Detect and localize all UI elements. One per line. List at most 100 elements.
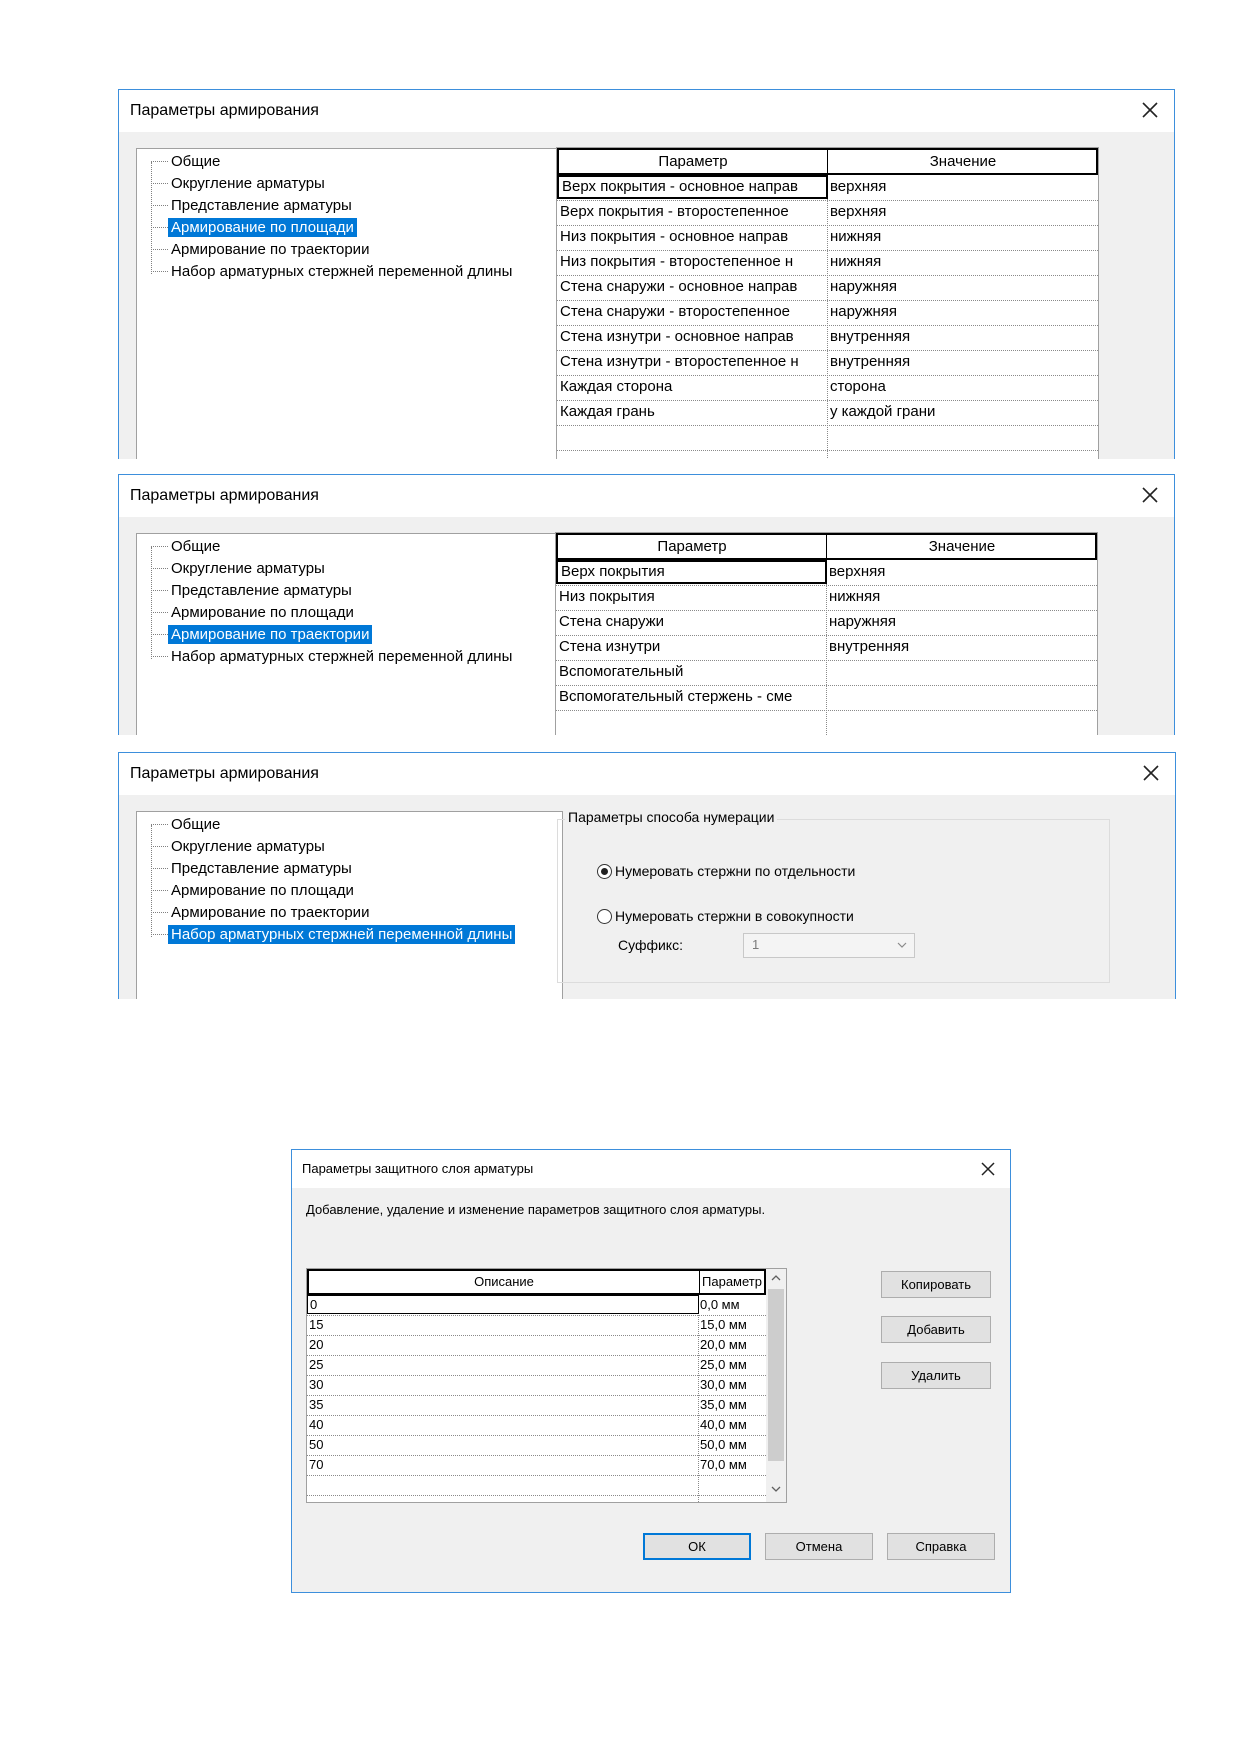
tree-item-general[interactable]: Общие (151, 150, 223, 172)
description-cell[interactable]: 35 (307, 1395, 698, 1414)
description-cell[interactable]: 30 (307, 1375, 698, 1394)
table-row[interactable]: Низ покрытия - основное направ нижняя (557, 225, 1098, 251)
value-cell[interactable]: наружняя (827, 275, 1097, 299)
param-cell[interactable]: Низ покрытия (556, 585, 826, 609)
param-cell[interactable]: 40,0 мм (698, 1415, 766, 1434)
table-row[interactable]: Верх покрытия - второстепенное верхняя (557, 200, 1098, 226)
description-cell[interactable]: 0 (307, 1295, 699, 1314)
delete-button[interactable]: Удалить (881, 1362, 991, 1389)
radio-number-combined[interactable]: Нумеровать стержни в совокупности (597, 908, 854, 924)
param-cell[interactable]: Верх покрытия - основное направ (557, 175, 828, 199)
scrollbar-thumb[interactable] (768, 1289, 784, 1461)
tree-item-variable-bar-set[interactable]: Набор арматурных стержней переменной дли… (151, 645, 515, 667)
tree-item-representation[interactable]: Представление арматуры (151, 194, 355, 216)
table-row[interactable]: 70 70,0 мм (307, 1455, 766, 1476)
column-header-param[interactable]: Параметр (558, 535, 826, 558)
tree-item-path-reinforcement[interactable]: Армирование по траектории (151, 901, 372, 923)
table-row[interactable]: Вспомогательный стержень - сме (556, 685, 1097, 711)
table-row[interactable]: Стена снаружи - основное направ наружняя (557, 275, 1098, 301)
chevron-up-icon[interactable] (770, 1272, 782, 1284)
table-row[interactable]: Верх покрытия верхняя (556, 560, 1097, 586)
value-cell[interactable]: нижняя (826, 585, 1096, 609)
description-cell[interactable]: 15 (307, 1315, 698, 1334)
param-cell[interactable]: Каждая грань (557, 400, 827, 424)
value-cell[interactable] (826, 685, 1096, 709)
param-cell[interactable]: Каждая сторона (557, 375, 827, 399)
add-button[interactable]: Добавить (881, 1316, 991, 1343)
table-row[interactable]: Стена изнутри - основное направ внутрення… (557, 325, 1098, 351)
value-cell[interactable]: нижняя (827, 250, 1097, 274)
vertical-scrollbar[interactable] (766, 1269, 786, 1502)
column-header-param[interactable]: Параметр (700, 1271, 764, 1293)
table-row[interactable]: Каждая сторона сторона (557, 375, 1098, 401)
table-row[interactable]: Низ покрытия нижняя (556, 585, 1097, 611)
table-row[interactable]: 40 40,0 мм (307, 1415, 766, 1436)
close-button[interactable] (976, 1157, 1000, 1181)
param-cell[interactable]: Стена снаружи - основное направ (557, 275, 827, 299)
value-cell[interactable]: нижняя (827, 225, 1097, 249)
param-cell[interactable]: Низ покрытия - основное направ (557, 225, 827, 249)
param-cell[interactable]: 0,0 мм (698, 1295, 766, 1314)
param-cell[interactable]: Стена снаружи - второстепенное (557, 300, 827, 324)
table-row[interactable]: Стена изнутри - второстепенное н внутренн… (557, 350, 1098, 376)
param-cell[interactable]: 30,0 мм (698, 1375, 766, 1394)
param-cell[interactable]: Стена изнутри - второстепенное н (557, 350, 827, 374)
ok-button[interactable]: ОК (643, 1533, 751, 1560)
param-cell[interactable]: Низ покрытия - второстепенное н (557, 250, 827, 274)
column-header-description[interactable]: Описание (309, 1271, 700, 1293)
value-cell[interactable]: сторона (827, 375, 1097, 399)
table-row[interactable]: 30 30,0 мм (307, 1375, 766, 1396)
table-row[interactable]: Стена снаружи наружняя (556, 610, 1097, 636)
tree-item-representation[interactable]: Представление арматуры (151, 579, 355, 601)
tree-item-path-reinforcement[interactable]: Армирование по траектории (151, 623, 373, 645)
tree-item-rounding[interactable]: Округление арматуры (151, 557, 328, 579)
description-cell[interactable]: 20 (307, 1335, 698, 1354)
value-cell[interactable] (826, 660, 1096, 684)
table-row[interactable]: 35 35,0 мм (307, 1395, 766, 1416)
close-button[interactable] (1138, 98, 1162, 122)
value-cell[interactable]: наружняя (826, 610, 1096, 634)
copy-button[interactable]: Копировать (881, 1271, 991, 1298)
value-cell[interactable]: внутренняя (826, 635, 1096, 659)
value-cell[interactable]: наружняя (827, 300, 1097, 324)
tree-item-variable-bar-set[interactable]: Набор арматурных стержней переменной дли… (151, 923, 516, 945)
value-cell[interactable]: верхняя (827, 200, 1097, 224)
param-cell[interactable]: Стена изнутри (556, 635, 826, 659)
param-cell[interactable]: 70,0 мм (698, 1455, 766, 1474)
table-row[interactable]: 50 50,0 мм (307, 1435, 766, 1456)
value-cell[interactable]: внутренняя (827, 350, 1097, 374)
param-cell[interactable]: 15,0 мм (698, 1315, 766, 1334)
param-cell[interactable]: Стена снаружи (556, 610, 826, 634)
table-row[interactable]: 20 20,0 мм (307, 1335, 766, 1356)
tree-item-general[interactable]: Общие (151, 535, 223, 557)
param-cell[interactable]: 20,0 мм (698, 1335, 766, 1354)
table-row[interactable]: 0 0,0 мм (307, 1295, 766, 1316)
table-row[interactable]: Стена изнутри внутренняя (556, 635, 1097, 661)
table-row[interactable]: 25 25,0 мм (307, 1355, 766, 1376)
description-cell[interactable]: 25 (307, 1355, 698, 1374)
tree-item-path-reinforcement[interactable]: Армирование по траектории (151, 238, 372, 260)
column-header-param[interactable]: Параметр (559, 150, 827, 173)
description-cell[interactable]: 40 (307, 1415, 698, 1434)
suffix-dropdown[interactable]: 1 (743, 933, 915, 958)
param-cell[interactable]: Вспомогательный стержень - сме (556, 685, 826, 709)
value-cell[interactable]: у каждой грани (827, 400, 1097, 424)
param-cell[interactable]: Верх покрытия (556, 560, 827, 584)
tree-item-general[interactable]: Общие (151, 813, 223, 835)
table-row[interactable]: Каждая грань у каждой грани (557, 400, 1098, 426)
radio-number-separately[interactable]: Нумеровать стержни по отдельности (597, 863, 855, 879)
tree-item-area-reinforcement[interactable]: Армирование по площади (151, 216, 357, 238)
table-row[interactable]: Вспомогательный (556, 660, 1097, 686)
tree-item-rounding[interactable]: Округление арматуры (151, 835, 328, 857)
table-row[interactable]: Верх покрытия - основное направ верхняя (557, 175, 1098, 201)
tree-item-rounding[interactable]: Округление арматуры (151, 172, 328, 194)
tree-item-area-reinforcement[interactable]: Армирование по площади (151, 601, 357, 623)
param-cell[interactable]: 50,0 мм (698, 1435, 766, 1454)
tree-item-variable-bar-set[interactable]: Набор арматурных стержней переменной дли… (151, 260, 515, 282)
close-button[interactable] (1139, 761, 1163, 785)
value-cell[interactable]: верхняя (827, 175, 1097, 199)
close-button[interactable] (1138, 483, 1162, 507)
value-cell[interactable]: внутренняя (827, 325, 1097, 349)
table-row[interactable]: 15 15,0 мм (307, 1315, 766, 1336)
param-cell[interactable]: Стена изнутри - основное направ (557, 325, 827, 349)
